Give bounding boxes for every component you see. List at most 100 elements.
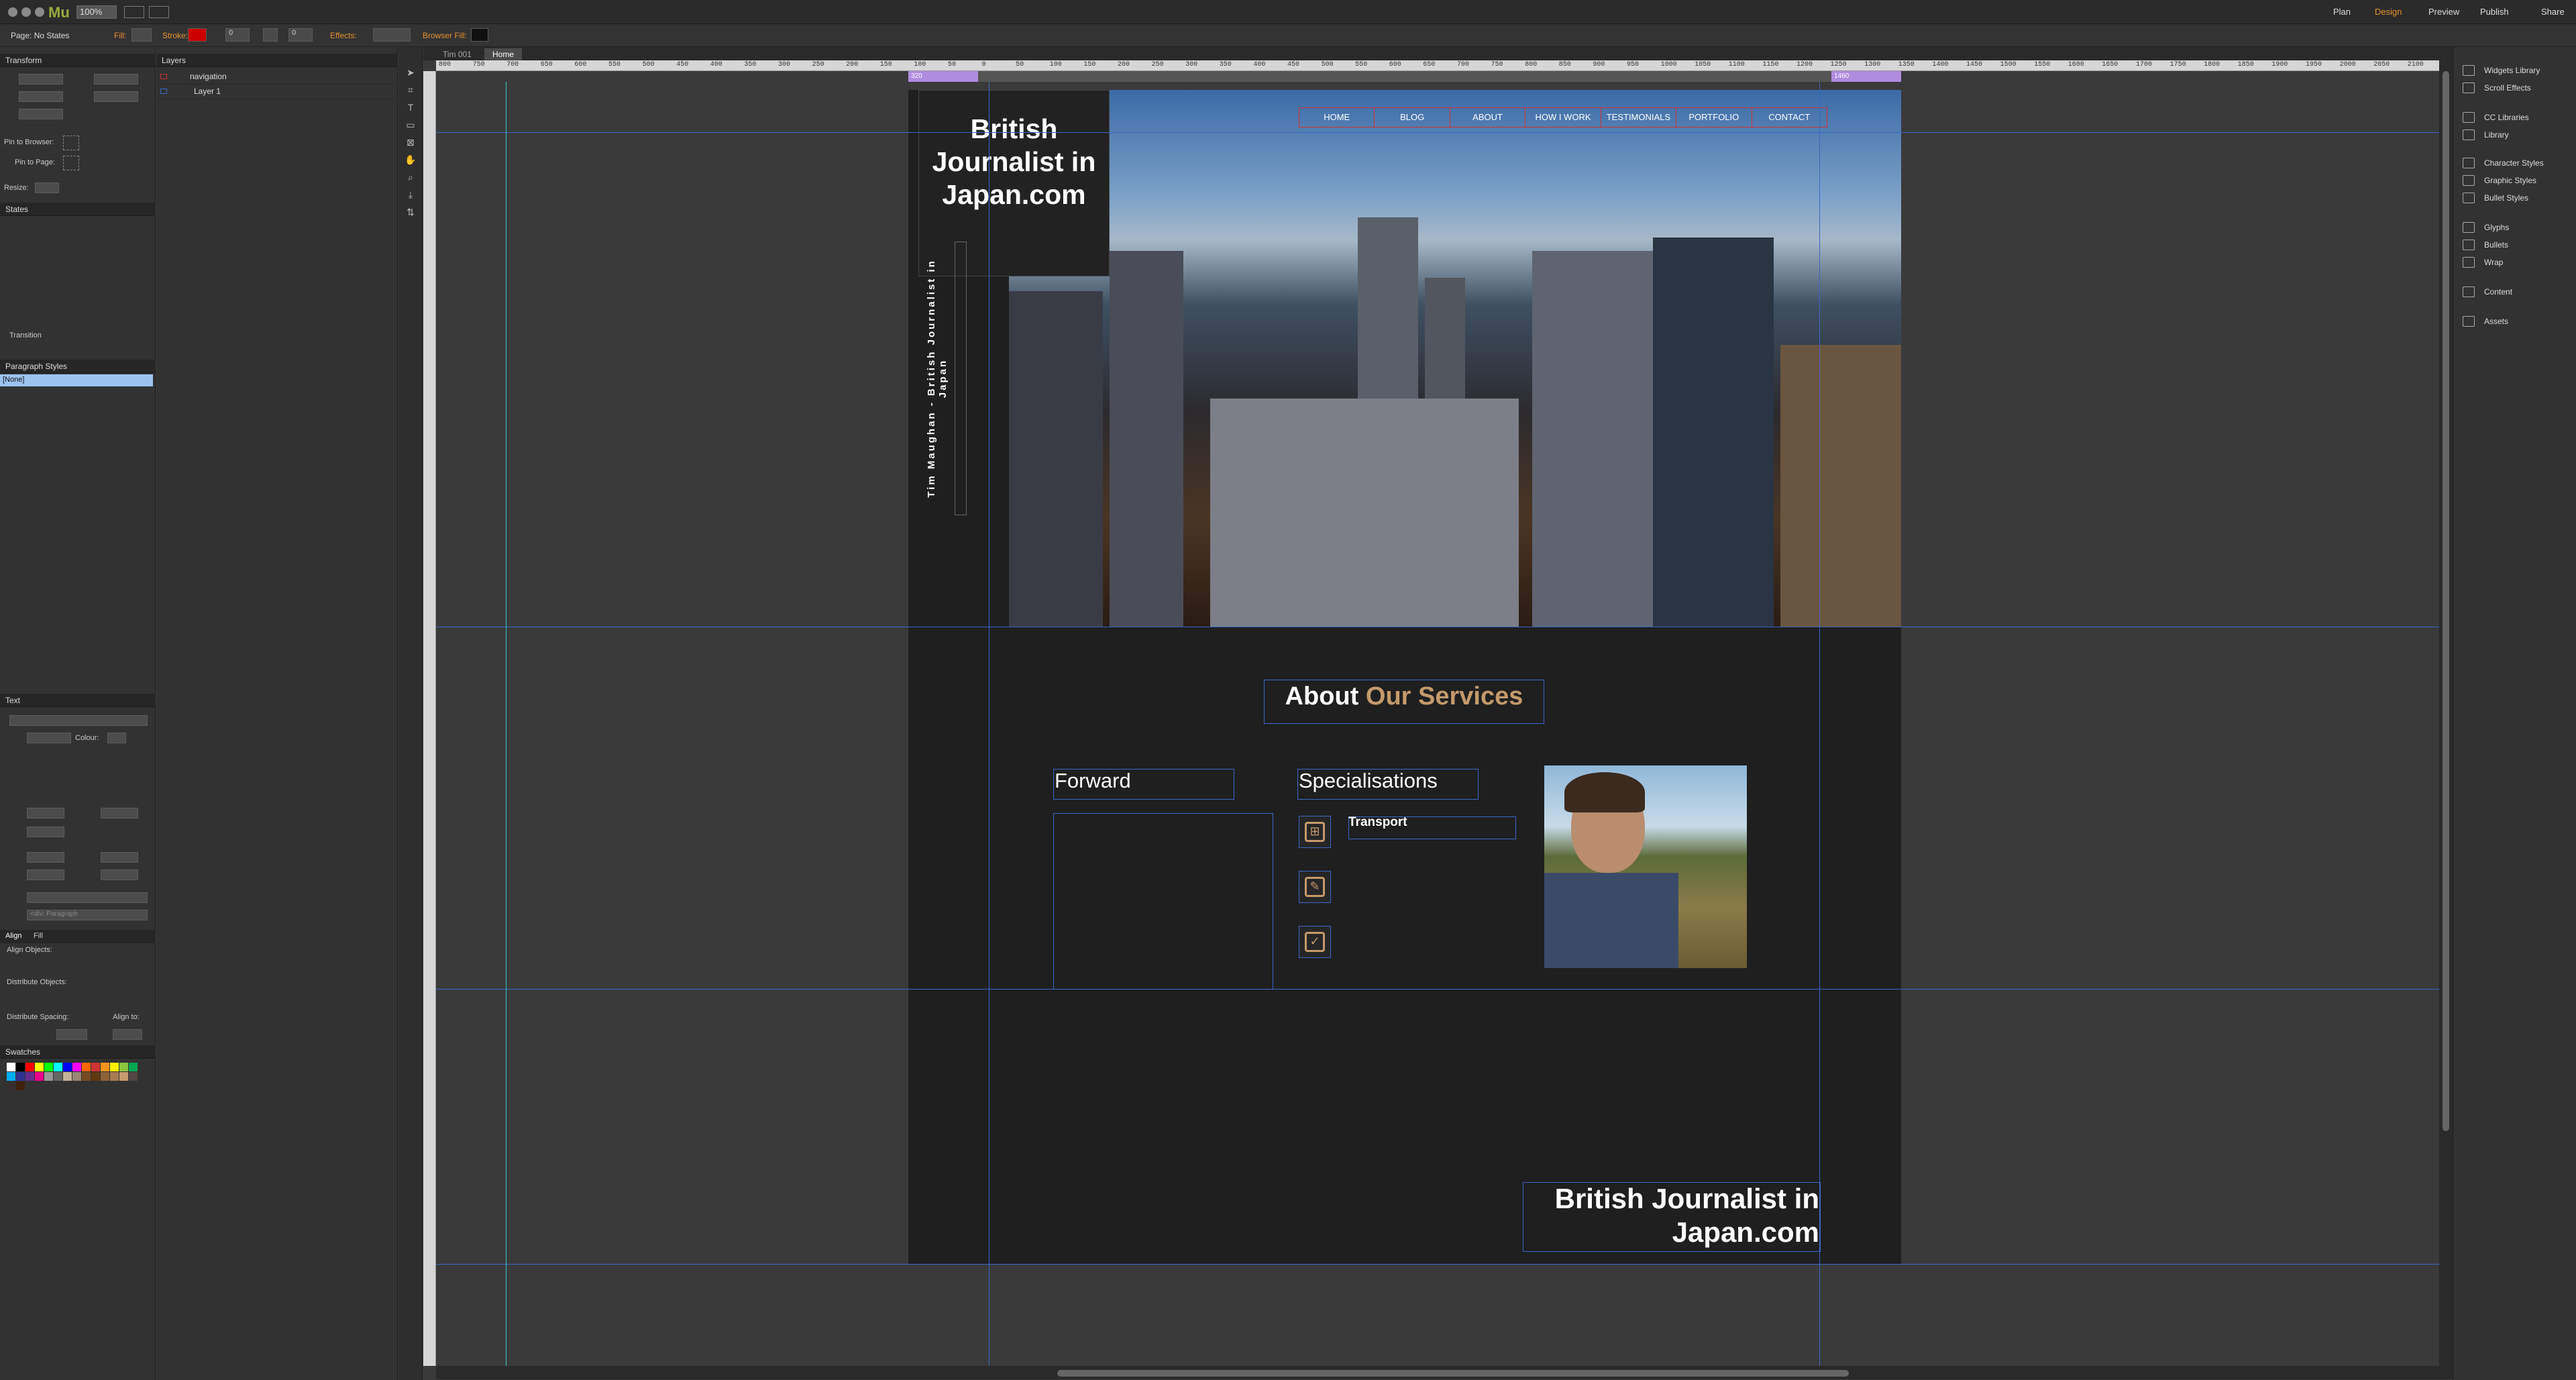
color-swatch[interactable] — [110, 1072, 119, 1081]
maximize-window-icon[interactable] — [35, 7, 44, 17]
assets-button[interactable]: Assets — [2463, 313, 2573, 330]
breakpoint-left[interactable]: 320 — [908, 71, 978, 82]
transform-panel-title[interactable]: Transform — [0, 54, 156, 67]
color-swatch[interactable] — [25, 1072, 34, 1081]
space-after-field[interactable] — [27, 869, 64, 880]
color-swatch[interactable] — [129, 1072, 138, 1081]
swap-colors-icon[interactable]: ⇅ — [405, 207, 417, 219]
transition-label[interactable]: Transition — [9, 331, 42, 339]
character-styles-button[interactable]: Character Styles — [2463, 154, 2573, 172]
about-heading[interactable]: About Our Services — [1264, 679, 1544, 714]
checklist-icon[interactable]: ✓ — [1299, 926, 1331, 958]
color-swatch[interactable] — [63, 1063, 72, 1071]
states-panel-title[interactable]: States — [0, 203, 156, 216]
forward-heading[interactable]: Forward — [1055, 767, 1131, 794]
layout-icon[interactable] — [149, 6, 169, 18]
color-swatch[interactable] — [44, 1063, 53, 1071]
text-colour-swatch[interactable] — [107, 733, 126, 743]
width-field[interactable] — [94, 74, 138, 85]
indent-left-field[interactable] — [27, 852, 64, 863]
color-swatch[interactable] — [16, 1081, 25, 1090]
stroke-swatch[interactable] — [188, 28, 207, 42]
eye-icon[interactable] — [160, 74, 167, 79]
color-swatch[interactable] — [101, 1063, 109, 1071]
widgets-library-button[interactable]: Widgets Library — [2463, 62, 2573, 79]
site-logo[interactable]: British Journalist in Japan.com — [918, 113, 1110, 211]
horizontal-ruler[interactable]: 800 750 700 650 600 550 500 450 400 350 300 250 200 1… — [436, 60, 2457, 71]
glyphs-button[interactable]: Glyphs — [2463, 219, 2573, 236]
footer-logo[interactable]: British Journalist in Japan.com — [1523, 1182, 1819, 1249]
align-to-select[interactable] — [113, 1029, 142, 1040]
paragraph-tag-select[interactable]: <div: Paragraph — [27, 910, 148, 920]
publish-button[interactable]: Publish — [2480, 7, 2509, 17]
text-panel-title[interactable]: Text — [0, 694, 156, 707]
bullets-button[interactable]: Bullets — [2463, 236, 2573, 254]
color-swatch[interactable] — [82, 1063, 91, 1071]
wrap-button[interactable]: Wrap — [2463, 254, 2573, 271]
color-swatch[interactable] — [72, 1063, 81, 1071]
pin-page-icon[interactable] — [63, 156, 79, 170]
color-swatch[interactable] — [7, 1063, 15, 1071]
color-swatch[interactable] — [91, 1072, 100, 1081]
resize-select[interactable] — [35, 182, 59, 193]
plan-mode-tab[interactable]: Plan — [2333, 7, 2351, 17]
align-tab[interactable]: Align — [5, 932, 21, 940]
color-swatch[interactable] — [110, 1063, 119, 1071]
hyphen-field[interactable] — [101, 869, 138, 880]
rotation-field[interactable] — [19, 109, 63, 119]
preview-mode-tab[interactable]: Preview — [2428, 7, 2459, 17]
color-swatch[interactable] — [119, 1063, 128, 1071]
color-swatch[interactable] — [72, 1072, 81, 1081]
stroke-width-field[interactable]: 0 — [225, 28, 250, 42]
nav-portfolio[interactable]: PORTFOLIO — [1676, 108, 1752, 127]
browser-fill-swatch[interactable] — [471, 28, 488, 42]
minimize-window-icon[interactable] — [21, 7, 31, 17]
vertical-ruler[interactable] — [423, 71, 436, 1366]
font-size-field[interactable] — [27, 733, 71, 743]
rectangle-tool-icon[interactable]: ▭ — [405, 119, 417, 131]
profile-photo[interactable] — [1544, 765, 1747, 968]
scroll-effects-button[interactable]: Scroll Effects — [2463, 79, 2573, 97]
height-field[interactable] — [94, 91, 138, 102]
view-mode-icon[interactable] — [124, 6, 144, 18]
vertical-tagline[interactable]: Tim Maughan - British Journalist in Japa… — [926, 242, 949, 515]
color-swatch[interactable] — [44, 1072, 53, 1081]
page-bottom-guide[interactable] — [436, 1264, 2453, 1265]
y-field[interactable] — [19, 91, 63, 102]
zoom-tool-icon[interactable]: ⌕ — [405, 172, 417, 184]
forward-text-frame[interactable] — [1053, 813, 1273, 990]
opacity-field[interactable] — [373, 28, 411, 42]
font-select[interactable] — [9, 715, 148, 726]
color-swatch[interactable] — [35, 1072, 44, 1081]
pencil-icon[interactable]: ✎ — [1299, 871, 1331, 903]
content-button[interactable]: Content — [2463, 283, 2573, 301]
color-swatch[interactable] — [82, 1072, 91, 1081]
column-guide-right[interactable] — [1819, 82, 1820, 1366]
train-icon[interactable]: ⊞ — [1299, 816, 1331, 848]
tab-home[interactable]: Home — [484, 48, 523, 60]
horizontal-scroll-thumb[interactable] — [1057, 1370, 1849, 1377]
close-window-icon[interactable] — [8, 7, 17, 17]
hero-city-image[interactable] — [1009, 90, 1901, 627]
color-swatch[interactable] — [54, 1063, 62, 1071]
line-spacing-field[interactable] — [101, 808, 138, 818]
crop-tool-icon[interactable]: ⌗ — [405, 85, 417, 97]
eye-icon[interactable] — [160, 89, 167, 94]
x-field[interactable] — [19, 74, 63, 85]
graphic-styles-button[interactable]: Graphic Styles — [2463, 172, 2573, 189]
specialisations-heading[interactable]: Specialisations — [1299, 767, 1438, 794]
color-swatch[interactable] — [54, 1072, 62, 1081]
nav-about[interactable]: ABOUT — [1450, 108, 1526, 127]
color-swatch[interactable] — [101, 1072, 109, 1081]
cc-libraries-button[interactable]: CC Libraries — [2463, 109, 2573, 126]
color-swatch[interactable] — [129, 1063, 138, 1071]
hand-tool-icon[interactable]: ✋ — [405, 154, 417, 166]
color-swatch[interactable] — [7, 1081, 15, 1090]
color-swatch[interactable] — [16, 1063, 25, 1071]
space-before-field[interactable] — [27, 827, 64, 837]
heading-select[interactable] — [27, 892, 148, 903]
tab-tim-001[interactable]: Tim 001 — [435, 48, 480, 60]
vertical-scroll-thumb[interactable] — [2443, 71, 2449, 1131]
color-swatch[interactable] — [7, 1072, 15, 1081]
text-tool-icon[interactable]: T — [405, 102, 417, 114]
